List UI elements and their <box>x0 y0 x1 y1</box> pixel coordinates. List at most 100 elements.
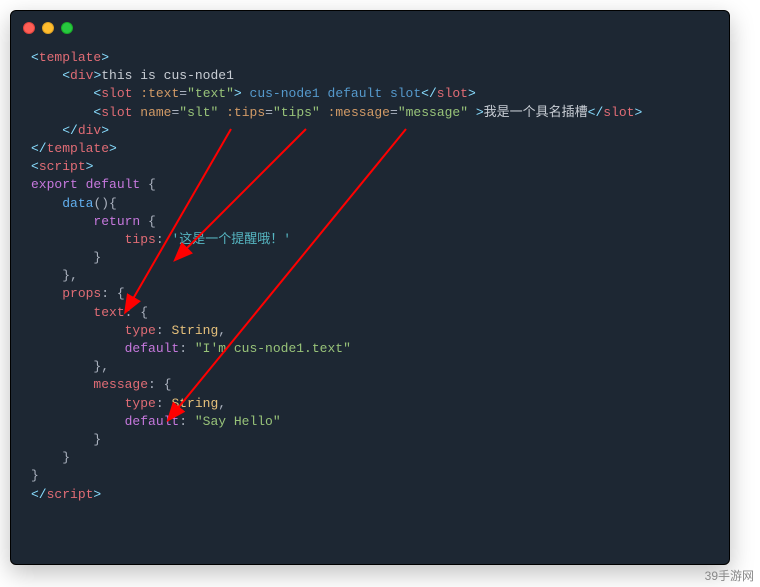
watermark-text: 39手游网 <box>705 568 754 585</box>
tok: : <box>156 232 172 247</box>
tok <box>31 414 125 429</box>
tok: div <box>70 68 93 83</box>
tok: script <box>47 487 94 502</box>
tok: > <box>86 159 94 174</box>
minimize-dot-icon <box>42 22 54 34</box>
tok: : <box>156 323 172 338</box>
tok <box>31 286 62 301</box>
tok: template <box>47 141 109 156</box>
tok: (){ <box>93 196 116 211</box>
tok: message <box>93 377 148 392</box>
tok: :message <box>328 105 390 120</box>
tok: data <box>62 196 93 211</box>
tok: text <box>93 305 124 320</box>
tok <box>320 105 328 120</box>
tok: slot <box>603 105 634 120</box>
tok: < <box>31 50 39 65</box>
tok: slot <box>437 86 468 101</box>
tok: cus-node1 default slot <box>242 86 421 101</box>
tok: } <box>93 250 101 265</box>
tok <box>31 432 93 447</box>
tok: } <box>31 468 39 483</box>
tok: = <box>265 105 273 120</box>
tok: String <box>171 396 218 411</box>
tok <box>31 214 93 229</box>
tok: = <box>390 105 398 120</box>
tok: props <box>62 286 101 301</box>
tok: name <box>140 105 171 120</box>
tok: :tips <box>226 105 265 120</box>
tok: : <box>156 396 172 411</box>
tok: "text" <box>187 86 234 101</box>
tok: "I'm cus-node1.text" <box>195 341 351 356</box>
tok: > <box>101 123 109 138</box>
tok <box>31 359 93 374</box>
tok: : <box>179 414 195 429</box>
tok <box>31 305 93 320</box>
tok: > <box>234 86 242 101</box>
tok: tips <box>125 232 156 247</box>
maximize-dot-icon <box>61 22 73 34</box>
tok: :text <box>140 86 179 101</box>
tok: } <box>62 450 70 465</box>
tok <box>31 123 62 138</box>
tok: return <box>93 214 140 229</box>
tok <box>31 396 125 411</box>
tok <box>31 196 62 211</box>
tok: slot <box>101 86 132 101</box>
tok: : <box>179 341 195 356</box>
tok <box>31 232 125 247</box>
tok: default <box>125 341 180 356</box>
tok: template <box>39 50 101 65</box>
tok: "tips" <box>273 105 320 120</box>
tok: , <box>218 396 226 411</box>
tok: </ <box>588 105 604 120</box>
tok <box>31 341 125 356</box>
tok: </ <box>31 487 47 502</box>
tok: > <box>476 105 484 120</box>
tok: { <box>140 214 156 229</box>
tok: : { <box>148 377 171 392</box>
tok: slot <box>101 105 132 120</box>
tok: '这是一个提醒哦！' <box>171 232 291 247</box>
close-dot-icon <box>23 22 35 34</box>
tok: </ <box>31 141 47 156</box>
tok: export default <box>31 177 140 192</box>
tok: 我是一个具名插槽 <box>484 105 588 120</box>
tok: "message" <box>398 105 468 120</box>
tok <box>31 68 62 83</box>
tok: > <box>468 86 476 101</box>
tok: }, <box>93 359 109 374</box>
tok: = <box>179 86 187 101</box>
tok: > <box>109 141 117 156</box>
tok <box>31 377 93 392</box>
tok: } <box>93 432 101 447</box>
tok <box>468 105 476 120</box>
tok <box>31 250 93 265</box>
tok: "Say Hello" <box>195 414 281 429</box>
tok: < <box>62 68 70 83</box>
code-window: <template> <div>this is cus-node1 <slot … <box>10 10 730 565</box>
tok: }, <box>62 268 78 283</box>
tok <box>218 105 226 120</box>
tok: this is cus-node1 <box>101 68 234 83</box>
tok <box>31 105 93 120</box>
tok <box>31 450 62 465</box>
tok: div <box>78 123 101 138</box>
tok: > <box>93 487 101 502</box>
tok: default <box>125 414 180 429</box>
tok: </ <box>62 123 78 138</box>
tok: { <box>140 177 156 192</box>
tok <box>31 323 125 338</box>
tok: > <box>635 105 643 120</box>
code-block: <template> <div>this is cus-node1 <slot … <box>11 45 729 524</box>
tok: , <box>218 323 226 338</box>
tok: : { <box>125 305 148 320</box>
tok: script <box>39 159 86 174</box>
tok: String <box>171 323 218 338</box>
tok <box>31 268 62 283</box>
window-titlebar <box>11 11 729 45</box>
tok: > <box>101 50 109 65</box>
tok: </ <box>421 86 437 101</box>
tok <box>31 86 93 101</box>
